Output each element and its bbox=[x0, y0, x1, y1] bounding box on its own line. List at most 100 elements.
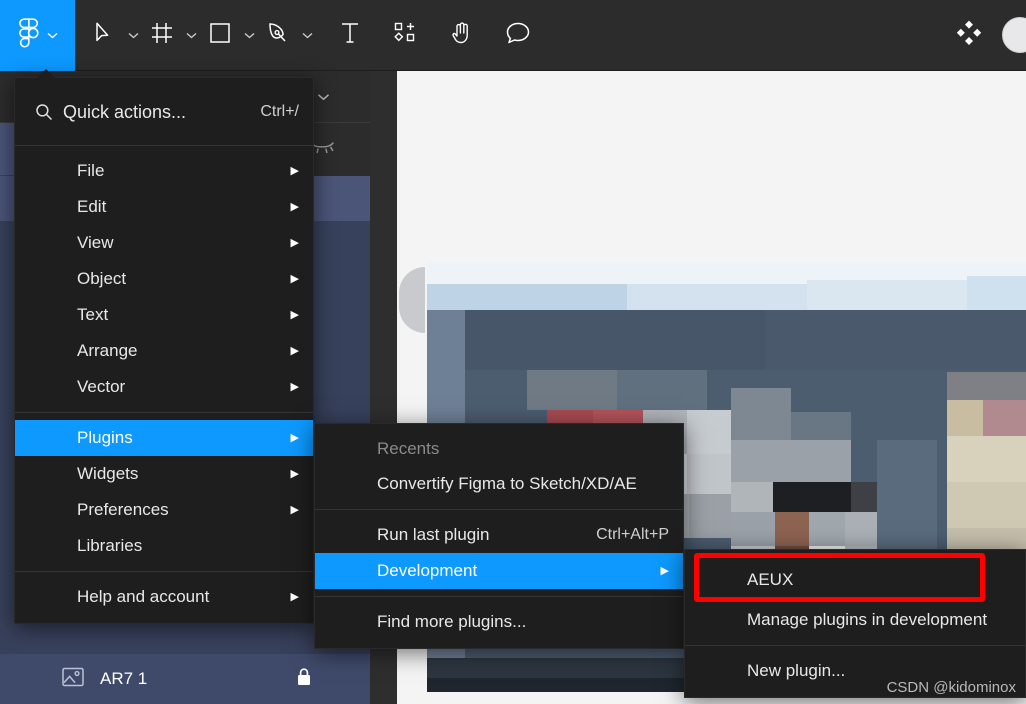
menu-separator bbox=[315, 509, 683, 510]
menu-item-find-more-plugins[interactable]: Find more plugins... bbox=[315, 604, 683, 640]
image-icon bbox=[62, 667, 84, 692]
submenu-arrow-icon: ▶ bbox=[660, 564, 669, 577]
watermark-label: CSDN @kidominox bbox=[886, 679, 1016, 696]
submenu-arrow-icon: ▶ bbox=[290, 590, 299, 603]
menu-separator bbox=[315, 596, 683, 597]
comment-bubble-icon bbox=[505, 21, 531, 50]
top-toolbar bbox=[0, 0, 1026, 71]
figma-main-menu[interactable]: Quick actions... Ctrl+/ File ▶ Edit ▶ Vi… bbox=[14, 69, 314, 624]
menu-item-label: Edit bbox=[77, 197, 107, 216]
frame-tool[interactable] bbox=[147, 15, 177, 55]
quick-actions-shortcut: Ctrl+/ bbox=[260, 103, 299, 120]
menu-item-run-last-plugin[interactable]: Run last plugin Ctrl+Alt+P bbox=[315, 517, 683, 553]
submenu-arrow-icon: ▶ bbox=[290, 272, 299, 285]
components-plus-icon bbox=[394, 22, 418, 49]
menu-caret bbox=[37, 69, 55, 78]
menu-item-label: Run last plugin bbox=[377, 525, 490, 544]
menu-item-preferences[interactable]: Preferences ▶ bbox=[15, 492, 313, 528]
menu-item-view[interactable]: View ▶ bbox=[15, 225, 313, 261]
menu-item-convertify[interactable]: Convertify Figma to Sketch/XD/AE bbox=[315, 466, 683, 502]
menu-item-label: AEUX bbox=[747, 570, 794, 589]
shape-tool[interactable] bbox=[205, 15, 235, 55]
plugins-quick-button[interactable] bbox=[954, 15, 984, 55]
menu-item-development[interactable]: Development ▶ bbox=[315, 553, 683, 589]
menu-item-manage-plugins-in-development[interactable]: Manage plugins in development bbox=[685, 602, 1025, 638]
frame-handle-top bbox=[399, 267, 425, 333]
move-tool[interactable] bbox=[89, 15, 119, 55]
shape-tool-chevron[interactable] bbox=[241, 15, 257, 55]
submenu-arrow-icon: ▶ bbox=[290, 236, 299, 249]
plugins-recents-section-label: Recents bbox=[377, 439, 440, 458]
pen-tool-chevron[interactable] bbox=[299, 15, 315, 55]
pen-icon bbox=[266, 21, 290, 50]
menu-item-quick-actions[interactable]: Quick actions... Ctrl+/ bbox=[15, 86, 313, 138]
search-icon bbox=[35, 103, 63, 121]
menu-item-label: Plugins bbox=[77, 428, 133, 447]
figma-main-menu-button[interactable] bbox=[0, 0, 75, 71]
menu-item-label: Preferences bbox=[77, 500, 169, 519]
submenu-arrow-icon: ▶ bbox=[290, 344, 299, 357]
text-tool[interactable] bbox=[335, 15, 365, 55]
comment-tool[interactable] bbox=[503, 15, 533, 55]
submenu-arrow-icon: ▶ bbox=[290, 308, 299, 321]
menu-item-label: Manage plugins in development bbox=[747, 610, 988, 629]
menu-item-label: Development bbox=[377, 561, 478, 580]
text-t-icon bbox=[339, 21, 361, 50]
plugins-submenu[interactable]: Recents Convertify Figma to Sketch/XD/AE… bbox=[314, 423, 684, 649]
menu-item-label: File bbox=[77, 161, 105, 180]
menu-item-label: View bbox=[77, 233, 114, 252]
menu-separator bbox=[15, 571, 313, 572]
figma-app-window: 1 bbox=[0, 0, 1026, 704]
avatar[interactable] bbox=[1002, 17, 1026, 53]
menu-separator bbox=[15, 145, 313, 146]
layer-row-ar7[interactable]: AR7 1 bbox=[0, 654, 370, 704]
figma-logo-icon bbox=[18, 17, 40, 53]
menu-item-vector[interactable]: Vector ▶ bbox=[15, 369, 313, 405]
cursor-arrow-icon bbox=[93, 21, 115, 50]
submenu-arrow-icon: ▶ bbox=[290, 380, 299, 393]
move-tool-chevron[interactable] bbox=[125, 15, 141, 55]
menu-item-label: Help and account bbox=[77, 587, 210, 606]
menu-item-shortcut: Ctrl+Alt+P bbox=[596, 526, 669, 543]
menu-item-text[interactable]: Text ▶ bbox=[15, 297, 313, 333]
submenu-arrow-icon: ▶ bbox=[290, 200, 299, 213]
hand-icon bbox=[449, 20, 475, 51]
diamond-grid-icon bbox=[954, 18, 984, 53]
menu-item-label: New plugin... bbox=[747, 661, 846, 680]
submenu-arrow-icon: ▶ bbox=[290, 467, 299, 480]
menu-item-widgets[interactable]: Widgets ▶ bbox=[15, 456, 313, 492]
pen-tool[interactable] bbox=[263, 15, 293, 55]
menu-separator bbox=[685, 645, 1025, 646]
menu-item-label: Find more plugins... bbox=[377, 612, 527, 631]
menu-item-label: Convertify Figma to Sketch/XD/AE bbox=[377, 474, 637, 493]
development-submenu[interactable]: AEUX Manage plugins in development New p… bbox=[684, 549, 1026, 698]
menu-item-label: Arrange bbox=[77, 341, 138, 360]
submenu-arrow-icon: ▶ bbox=[290, 164, 299, 177]
menu-separator bbox=[15, 412, 313, 413]
toolbar-tools bbox=[75, 15, 547, 55]
menu-item-object[interactable]: Object ▶ bbox=[15, 261, 313, 297]
menu-item-file[interactable]: File ▶ bbox=[15, 153, 313, 189]
frame-tool-chevron[interactable] bbox=[183, 15, 199, 55]
menu-item-libraries[interactable]: Libraries bbox=[15, 528, 313, 564]
menu-item-label: Text bbox=[77, 305, 109, 324]
frame-icon bbox=[150, 21, 174, 50]
menu-item-label: Object bbox=[77, 269, 127, 288]
menu-item-arrange[interactable]: Arrange ▶ bbox=[15, 333, 313, 369]
quick-actions-label: Quick actions... bbox=[63, 101, 187, 122]
chevron-down-icon bbox=[47, 26, 58, 44]
menu-item-aeux[interactable]: AEUX bbox=[685, 558, 1025, 602]
submenu-arrow-icon: ▶ bbox=[290, 503, 299, 516]
chevron-down-icon[interactable] bbox=[317, 88, 330, 106]
menu-item-edit[interactable]: Edit ▶ bbox=[15, 189, 313, 225]
lock-closed-icon[interactable] bbox=[296, 667, 312, 692]
submenu-arrow-icon: ▶ bbox=[290, 431, 299, 444]
menu-item-help-and-account[interactable]: Help and account ▶ bbox=[15, 579, 313, 615]
toolbar-right-cluster bbox=[954, 15, 1026, 55]
layer-name-label: AR7 1 bbox=[100, 669, 148, 688]
menu-item-label: Vector bbox=[77, 377, 126, 396]
hand-tool[interactable] bbox=[447, 15, 477, 55]
resources-tool[interactable] bbox=[391, 15, 421, 55]
menu-item-label: Widgets bbox=[77, 464, 139, 483]
menu-item-plugins[interactable]: Plugins ▶ bbox=[15, 420, 313, 456]
